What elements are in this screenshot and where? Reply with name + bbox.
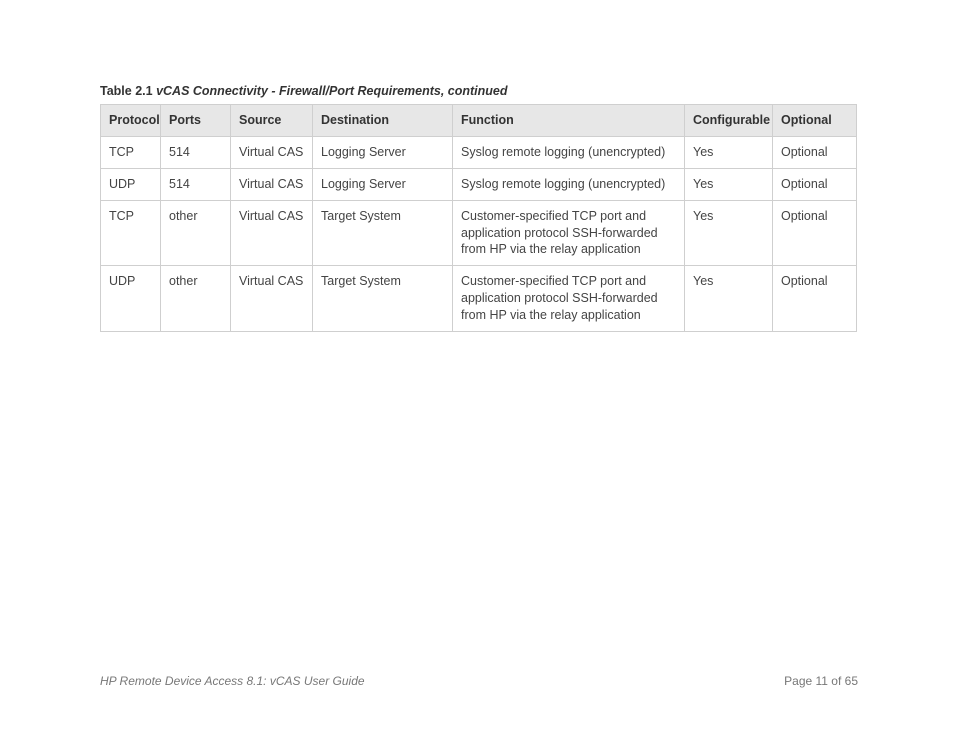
- col-function: Function: [453, 105, 685, 137]
- footer-title: HP Remote Device Access 8.1: vCAS User G…: [100, 674, 365, 688]
- cell-source: Virtual CAS: [231, 168, 313, 200]
- col-optional: Optional: [773, 105, 857, 137]
- cell-configurable: Yes: [685, 266, 773, 332]
- cell-function: Customer-specified TCP port and applicat…: [453, 200, 685, 266]
- cell-source: Virtual CAS: [231, 136, 313, 168]
- cell-configurable: Yes: [685, 136, 773, 168]
- cell-configurable: Yes: [685, 200, 773, 266]
- cell-destination: Logging Server: [313, 136, 453, 168]
- table-caption-title: vCAS Connectivity - Firewall/Port Requir…: [156, 84, 507, 98]
- cell-protocol: UDP: [101, 266, 161, 332]
- cell-source: Virtual CAS: [231, 200, 313, 266]
- col-destination: Destination: [313, 105, 453, 137]
- page: Table 2.1 vCAS Connectivity - Firewall/P…: [0, 0, 954, 738]
- cell-destination: Target System: [313, 200, 453, 266]
- cell-function: Syslog remote logging (unencrypted): [453, 136, 685, 168]
- cell-optional: Optional: [773, 266, 857, 332]
- cell-configurable: Yes: [685, 168, 773, 200]
- cell-ports: 514: [161, 168, 231, 200]
- cell-function: Syslog remote logging (unencrypted): [453, 168, 685, 200]
- table-row: UDP other Virtual CAS Target System Cust…: [101, 266, 857, 332]
- col-protocol: Protocol: [101, 105, 161, 137]
- cell-protocol: TCP: [101, 200, 161, 266]
- cell-source: Virtual CAS: [231, 266, 313, 332]
- table-header-row: Protocol Ports Source Destination Functi…: [101, 105, 857, 137]
- requirements-table: Protocol Ports Source Destination Functi…: [100, 104, 857, 332]
- cell-ports: other: [161, 266, 231, 332]
- footer-page-number: Page 11 of 65: [784, 674, 858, 688]
- table-row: UDP 514 Virtual CAS Logging Server Syslo…: [101, 168, 857, 200]
- col-configurable: Configurable: [685, 105, 773, 137]
- col-ports: Ports: [161, 105, 231, 137]
- cell-ports: other: [161, 200, 231, 266]
- cell-function: Customer-specified TCP port and applicat…: [453, 266, 685, 332]
- cell-optional: Optional: [773, 168, 857, 200]
- table-caption: Table 2.1 vCAS Connectivity - Firewall/P…: [100, 84, 858, 98]
- cell-ports: 514: [161, 136, 231, 168]
- col-source: Source: [231, 105, 313, 137]
- cell-destination: Target System: [313, 266, 453, 332]
- table-row: TCP 514 Virtual CAS Logging Server Syslo…: [101, 136, 857, 168]
- cell-protocol: TCP: [101, 136, 161, 168]
- page-footer: HP Remote Device Access 8.1: vCAS User G…: [100, 674, 858, 688]
- cell-destination: Logging Server: [313, 168, 453, 200]
- table-caption-label: Table 2.1: [100, 84, 153, 98]
- table-row: TCP other Virtual CAS Target System Cust…: [101, 200, 857, 266]
- cell-optional: Optional: [773, 136, 857, 168]
- cell-optional: Optional: [773, 200, 857, 266]
- cell-protocol: UDP: [101, 168, 161, 200]
